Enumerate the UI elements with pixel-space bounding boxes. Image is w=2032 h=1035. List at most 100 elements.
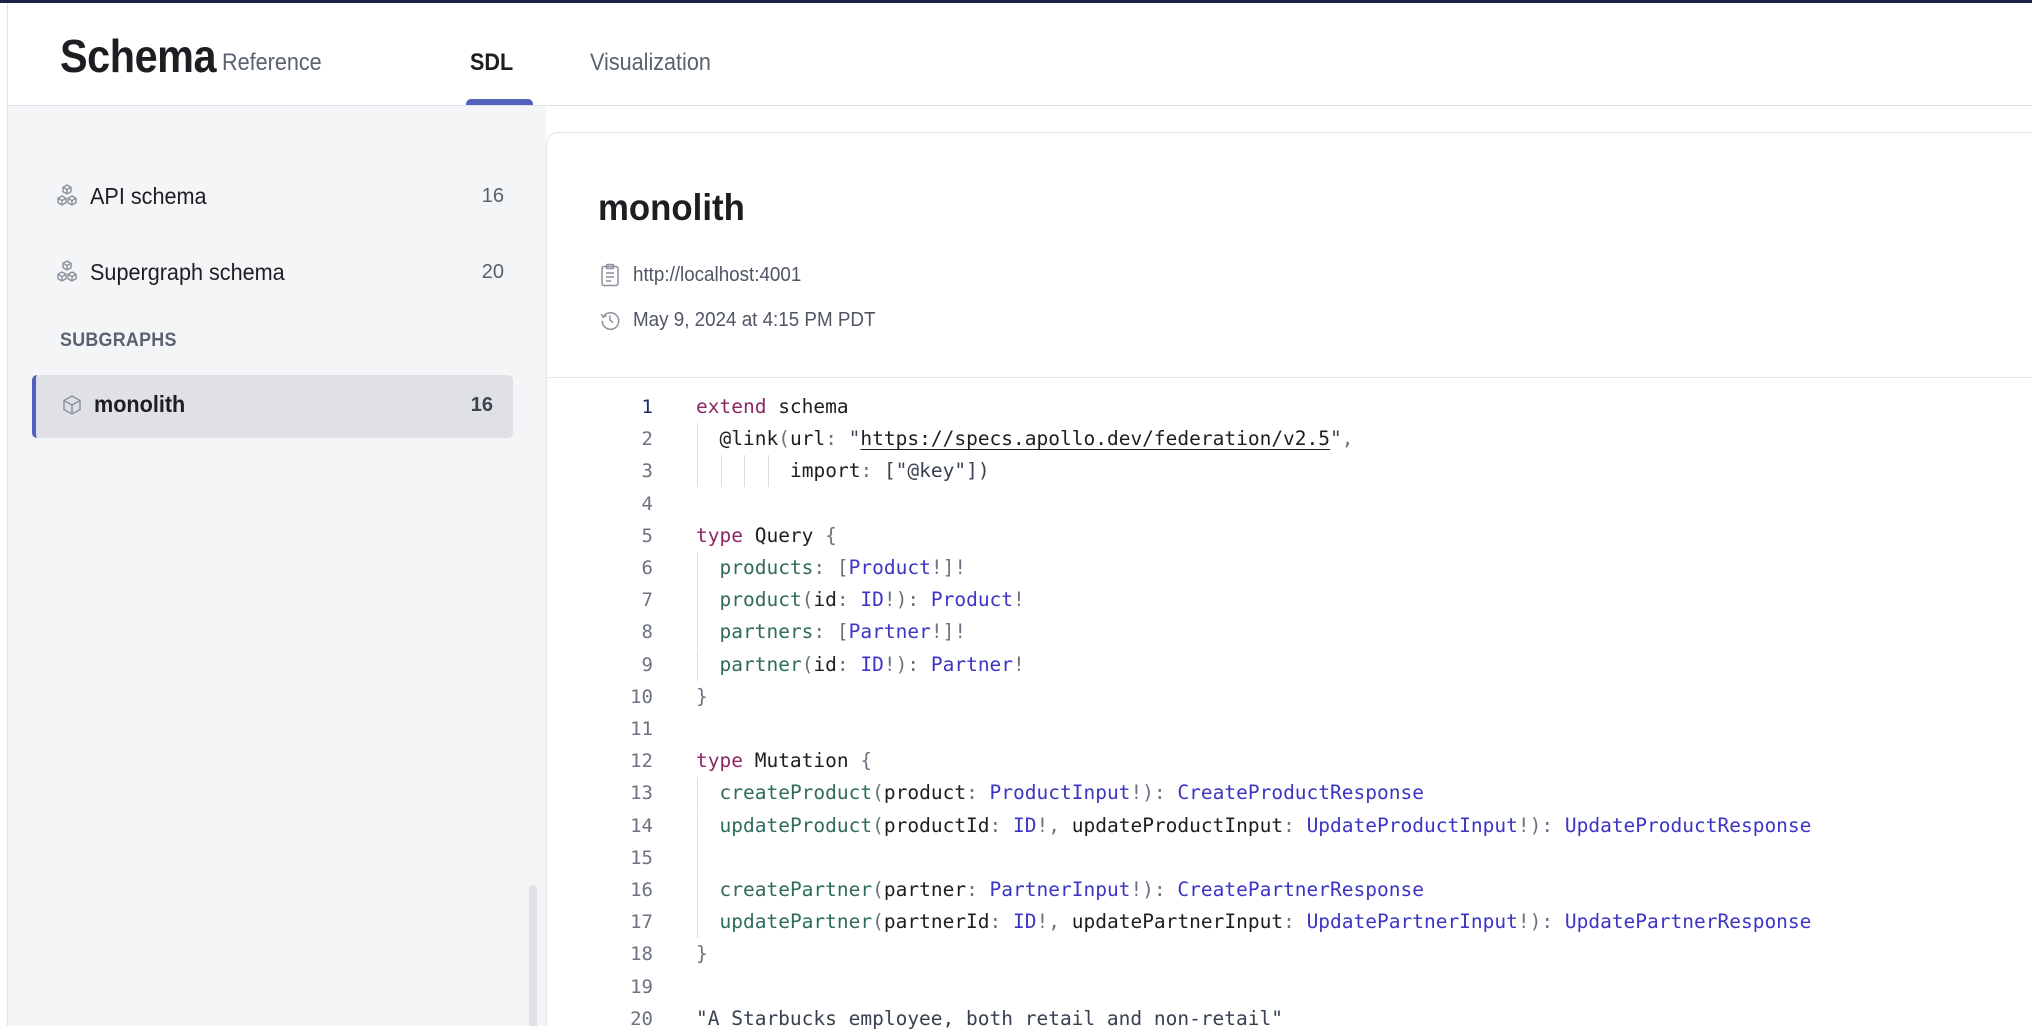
- code-token: ["@key"]): [883, 459, 990, 483]
- subgraph-updated-row: May 9, 2024 at 4:15 PM PDT: [599, 308, 891, 332]
- line-number: 12: [630, 750, 653, 773]
- line-number: 8: [641, 621, 653, 644]
- code-token: products: [719, 556, 814, 579]
- code-token: (: [872, 910, 884, 934]
- code-line: 6 products: [Product!]!: [547, 552, 2032, 584]
- code-token: UpdateProductInput: [1306, 813, 1518, 837]
- code-token: !: [1013, 652, 1025, 676]
- subgraph-url-row: http://localhost:4001: [599, 263, 812, 287]
- code-line: 12 type Mutation {: [547, 745, 2032, 777]
- subgraph-title: monolith: [598, 187, 745, 228]
- code-token: id: [813, 588, 837, 612]
- code-token: ID: [860, 652, 884, 676]
- code-token: }: [696, 684, 708, 708]
- indent-guide: [697, 906, 698, 939]
- code-line: 9 partner(id: ID!): Partner!: [547, 648, 2032, 681]
- line-number: 1: [641, 396, 653, 418]
- code-line: 1 extend schema: [547, 391, 2032, 423]
- code-token: :: [966, 781, 990, 805]
- indent-guide: [697, 584, 698, 617]
- code-token: (: [872, 813, 884, 837]
- code-token: !):: [883, 652, 931, 676]
- code-token: productId: [883, 813, 990, 837]
- code-token: :: [860, 459, 884, 483]
- subgraph-url: http://localhost:4001: [633, 263, 802, 286]
- sidebar-item-api-schema[interactable]: API schema 16: [54, 176, 504, 216]
- code-token: !):: [1517, 910, 1565, 934]
- indent-guide: [720, 455, 722, 488]
- indent-guide: [697, 777, 698, 810]
- code-token: !):: [883, 588, 931, 612]
- code-token: Product: [930, 588, 1014, 612]
- line-number: 9: [641, 653, 653, 676]
- code-token: {: [860, 749, 873, 773]
- code-token: updatePartner: [719, 910, 873, 934]
- line-number: 18: [630, 943, 653, 966]
- code-token: updatePartnerInput: [1071, 910, 1284, 934]
- code-token: !,: [1036, 910, 1072, 934]
- code-token: partners: [719, 620, 814, 644]
- code-line: 13 createProduct(product: ProductInput!):…: [547, 777, 2032, 810]
- code-token: @link: [719, 427, 779, 451]
- code-token: : [: [813, 620, 849, 644]
- code-token: CreatePartnerResponse: [1177, 878, 1424, 901]
- code-text: updatePartner(partnerId: ID!, updatePart…: [720, 906, 1812, 938]
- cubes-icon: [54, 183, 80, 209]
- code-line: 20 "A Starbucks employee, both retail and…: [547, 1003, 2032, 1035]
- code-line: 14 updateProduct(productId: ID!, updatePr…: [547, 809, 2032, 842]
- code-text: createPartner(partner: PartnerInput!): C…: [720, 874, 1424, 906]
- code-line: 17 updatePartner(partnerId: ID!, updatePa…: [547, 906, 2032, 939]
- code-token: createProduct: [719, 781, 873, 805]
- tab-reference[interactable]: Reference: [222, 49, 322, 77]
- line-number: 3: [641, 460, 653, 483]
- code-line: 10}: [547, 681, 2032, 713]
- code-token: :: [989, 910, 1014, 934]
- code-token: !):: [1517, 813, 1565, 837]
- code-text: extend schema: [696, 391, 849, 423]
- line-number: 5: [641, 524, 653, 547]
- code-text: updateProduct(productId: ID!, updateProd…: [720, 810, 1812, 842]
- indent-guide: [697, 552, 698, 584]
- indent-guide: [697, 455, 698, 488]
- line-number: 16: [630, 879, 653, 901]
- line-number: 2: [641, 428, 653, 451]
- history-icon: [599, 308, 621, 332]
- sidebar-item-monolith[interactable]: monolith 16: [32, 375, 513, 438]
- code-token: !):: [1130, 781, 1178, 805]
- code-token: !: [1013, 588, 1025, 612]
- code-token: ID: [1013, 813, 1037, 837]
- code-token: {: [825, 523, 837, 547]
- line-number: 20: [630, 1007, 653, 1030]
- code-token: updateProduct: [719, 813, 873, 837]
- type-count: 16: [470, 394, 493, 416]
- code-token: !,: [1036, 813, 1072, 837]
- schema-sidebar: API schema 16 Supergraph schema 20 SUBGR…: [8, 106, 546, 1026]
- code-line: 15: [547, 841, 2032, 874]
- tab-sdl[interactable]: SDL: [470, 49, 513, 77]
- sidebar-item-supergraph-schema[interactable]: Supergraph schema 20: [54, 252, 504, 292]
- code-token: :: [1283, 910, 1307, 934]
- code-token: ": [1330, 427, 1342, 451]
- code-line: 4: [547, 488, 2032, 520]
- code-token: UpdatePartnerResponse: [1564, 910, 1812, 934]
- code-token: }: [696, 942, 708, 966]
- cube-icon: [60, 393, 84, 417]
- code-link[interactable]: https://specs.apollo.dev/federation/v2.5: [860, 427, 1330, 450]
- code-token: product: [719, 588, 802, 612]
- code-token: CreateProductResponse: [1177, 781, 1424, 805]
- code-line: 3 import: ["@key"]): [547, 455, 2032, 488]
- code-line: 11: [547, 713, 2032, 745]
- type-count: 20: [481, 260, 504, 283]
- code-token: partnerId: [883, 910, 990, 934]
- code-token: (: [872, 878, 884, 901]
- code-token: partner: [719, 652, 802, 676]
- code-token: Partner: [848, 620, 931, 644]
- code-token: id: [813, 652, 837, 676]
- sidebar-scrollbar[interactable]: [529, 885, 537, 1026]
- line-number: 19: [630, 975, 653, 998]
- sidebar-item-label: monolith: [94, 391, 186, 417]
- code-token: (: [801, 588, 814, 612]
- tab-visualization[interactable]: Visualization: [590, 49, 711, 77]
- code-line: 8 partners: [Partner!]!: [547, 616, 2032, 649]
- subgraph-updated-timestamp: May 9, 2024 at 4:15 PM PDT: [633, 308, 876, 331]
